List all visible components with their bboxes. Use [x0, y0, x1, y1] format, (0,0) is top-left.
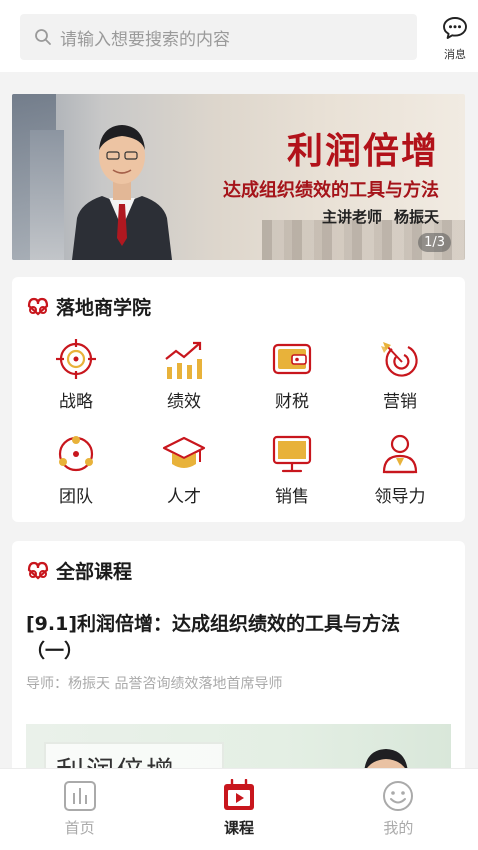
brand-logo-icon [27, 561, 49, 580]
message-button[interactable]: 消息 [436, 15, 474, 62]
courses-title: 全部课程 [56, 560, 133, 583]
tab-label: 首页 [64, 819, 95, 837]
monitor-icon [272, 435, 312, 473]
growth-chart-icon [165, 341, 202, 379]
category-item-finance[interactable]: 财税 [238, 337, 346, 412]
brand-logo-icon [27, 297, 49, 316]
category-label: 绩效 [167, 392, 201, 412]
courses-card: 全部课程 [9.1]利润倍增：达成组织绩效的工具与方法（一） 导师：杨振天 品誉… [12, 541, 465, 781]
leader-icon [382, 434, 418, 474]
category-item-performance[interactable]: 绩效 [130, 337, 238, 412]
speaker-portrait [72, 125, 172, 260]
tab-profile[interactable]: 我的 [319, 769, 478, 850]
banner-subtitle: 达成组织绩效的工具与方法 [223, 180, 439, 201]
home-chart-icon [63, 781, 96, 811]
courses-header: 全部课程 [26, 558, 133, 583]
academy-title: 落地商学院 [56, 296, 152, 319]
team-cycle-icon [58, 436, 94, 472]
category-item-sales[interactable]: 销售 [238, 432, 346, 507]
message-label: 消息 [444, 48, 466, 61]
category-item-strategy[interactable]: 战略 [22, 337, 130, 412]
category-label: 领导力 [374, 487, 426, 507]
chat-bubble-icon [443, 17, 467, 39]
dart-target-icon [381, 342, 418, 377]
course-title[interactable]: [9.1]利润倍增：达成组织绩效的工具与方法（一） [26, 611, 446, 665]
academy-header: 落地商学院 [26, 294, 152, 319]
search-icon [35, 29, 51, 45]
category-label: 战略 [59, 392, 93, 412]
search-bar[interactable]: 请输入想要搜索的内容 [20, 14, 417, 60]
bottom-tab-bar: 首页 课程 我的 [0, 768, 478, 850]
smiley-icon [383, 781, 414, 811]
target-icon [56, 339, 96, 379]
category-item-team[interactable]: 团队 [22, 432, 130, 507]
tab-label: 我的 [383, 819, 414, 837]
wallet-icon [272, 343, 312, 375]
building-decoration [30, 130, 64, 260]
category-grid: 战略 绩效 财税 营销 团队 人才 销售 领导力 [22, 337, 454, 507]
course-meta: 导师：杨振天 品誉咨询绩效落地首席导师 [26, 676, 283, 692]
promo-banner[interactable]: 利润倍增 达成组织绩效的工具与方法 主讲老师 杨振天 1/3 [12, 94, 465, 260]
category-item-talent[interactable]: 人才 [130, 432, 238, 507]
category-label: 人才 [167, 487, 201, 507]
banner-teacher: 主讲老师 杨振天 [322, 206, 439, 227]
banner-pager: 1/3 [418, 233, 451, 252]
graduation-cap-icon [162, 436, 206, 468]
academy-card: 落地商学院 战略 绩效 财税 营销 团队 人才 销售 领导力 [12, 277, 465, 522]
category-item-leadership[interactable]: 领导力 [346, 432, 454, 507]
tab-courses[interactable]: 课程 [159, 769, 318, 850]
category-label: 营销 [383, 392, 417, 412]
banner-title: 利润倍增 [286, 130, 439, 172]
tab-label: 课程 [223, 819, 254, 837]
search-placeholder: 请输入想要搜索的内容 [60, 29, 230, 50]
tab-home[interactable]: 首页 [0, 769, 159, 850]
banner-teacher-prefix: 主讲老师 [321, 208, 382, 226]
video-play-icon [223, 779, 254, 810]
category-label: 团队 [59, 487, 93, 507]
category-label: 财税 [275, 392, 309, 412]
category-label: 销售 [275, 487, 309, 507]
category-item-marketing[interactable]: 营销 [346, 337, 454, 412]
banner-teacher-name: 杨振天 [393, 208, 439, 226]
top-header: 请输入想要搜索的内容 消息 [0, 0, 478, 72]
